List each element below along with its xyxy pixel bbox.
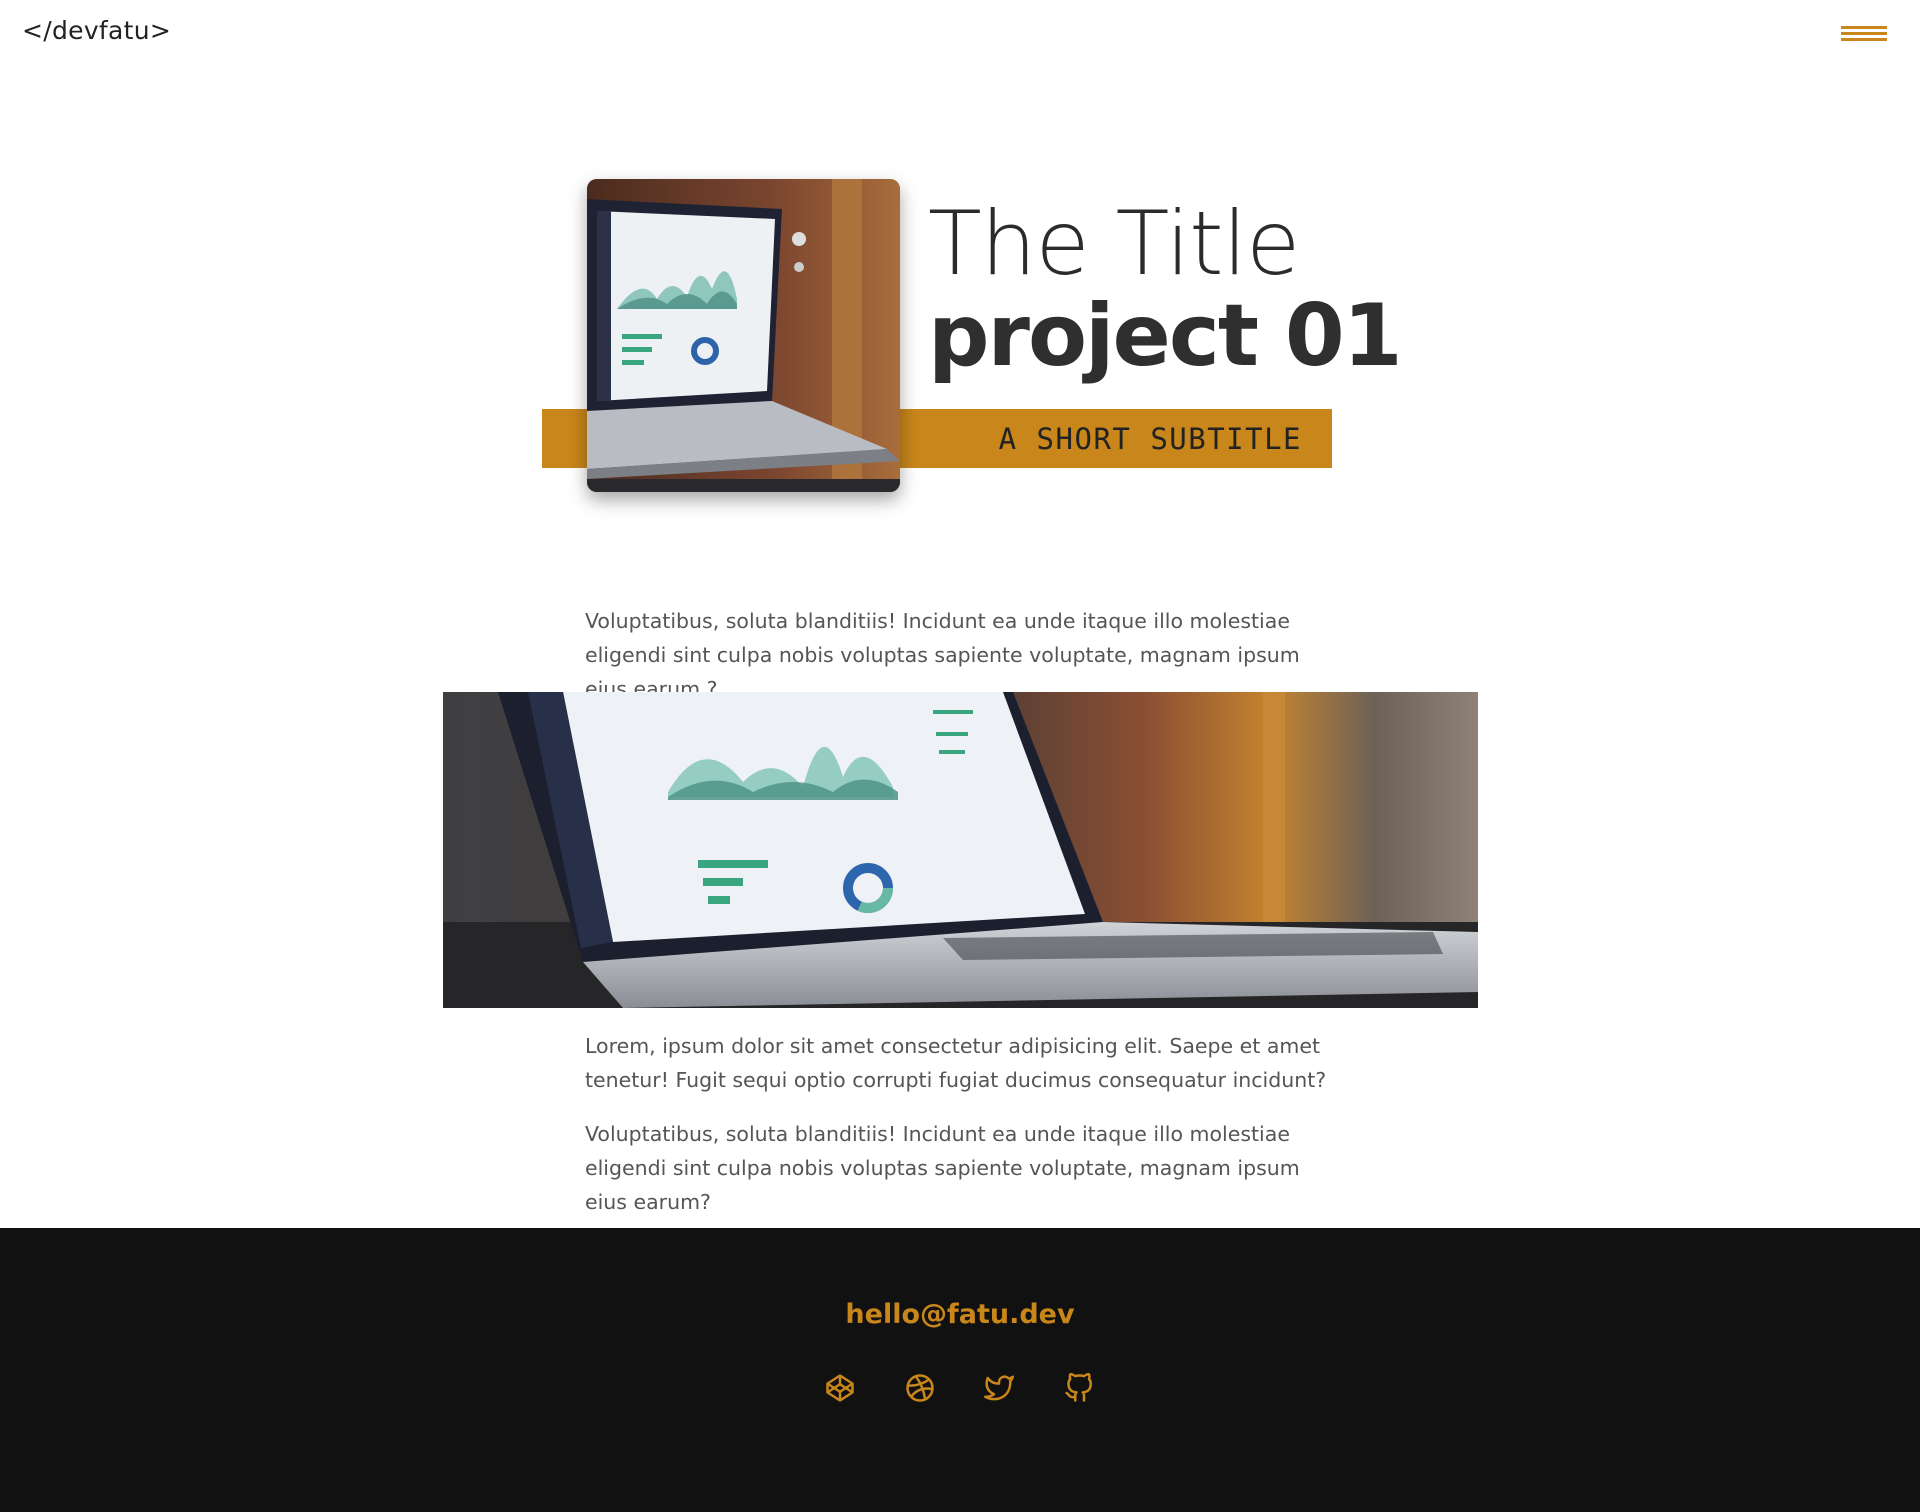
project-title-line1: The Title [928,192,1300,295]
laptop-thumbnail-illustration [587,179,900,492]
dribbble-icon[interactable] [905,1373,935,1403]
paragraph-body-1: Lorem, ipsum dolor sit amet consectetur … [585,1034,1327,1092]
project-thumbnail [587,179,900,492]
site-footer: hello@fatu.dev [0,1228,1920,1512]
laptop-wide-illustration [443,692,1478,1008]
paragraph-intro: Voluptatibus, soluta blanditiis! Incidun… [585,609,1300,701]
contact-email-link[interactable]: hello@fatu.dev [0,1299,1920,1330]
github-icon[interactable] [1064,1372,1094,1403]
codepen-icon[interactable] [825,1373,855,1403]
site-logo[interactable]: </devfatu> [22,16,171,45]
project-wide-image [443,692,1478,1008]
project-subtitle: A SHORT SUBTITLE [998,422,1302,456]
social-links [0,1372,1920,1405]
project-title-line2: project 01 [928,286,1403,386]
hamburger-menu-icon[interactable] [1841,26,1887,46]
paragraph-body-2: Voluptatibus, soluta blanditiis! Incidun… [585,1122,1300,1214]
twitter-icon[interactable] [984,1373,1014,1403]
